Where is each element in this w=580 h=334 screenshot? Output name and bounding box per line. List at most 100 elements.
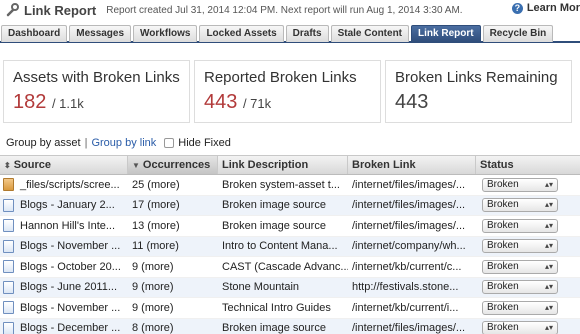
page-icon	[3, 321, 14, 334]
stat-value: 182	[13, 91, 47, 113]
occurrences-cell[interactable]: 25 (more)	[128, 179, 218, 191]
broken-link-cell: /internet/company/wh...	[352, 240, 466, 253]
occurrences-cell[interactable]: 9 (more)	[128, 281, 218, 293]
select-arrows-icon: ▴▾	[544, 282, 553, 292]
select-arrows-icon: ▴▾	[544, 179, 553, 189]
stat-value: 443	[204, 91, 238, 113]
select-arrows-icon: ▴▾	[544, 323, 553, 333]
broken-link-cell: /internet/kb/current/c...	[352, 260, 462, 273]
status-value: Broken	[487, 260, 519, 272]
stat-total: / 71k	[242, 96, 272, 111]
stat-assets-broken: Assets with Broken Links 182 / 1.1k	[3, 60, 190, 123]
group-by-controls: Group by asset | Group by link Hide Fixe…	[6, 137, 231, 149]
source-name[interactable]: Blogs - June 2011...	[20, 281, 117, 293]
status-value: Broken	[487, 301, 519, 313]
group-by-link-link[interactable]: Group by link	[91, 137, 156, 149]
tab-drafts[interactable]: Drafts	[285, 25, 329, 42]
source-cell[interactable]: Blogs - November ...	[0, 301, 128, 315]
hide-fixed-label[interactable]: Hide Fixed	[178, 137, 231, 149]
occurrences-cell[interactable]: 9 (more)	[128, 302, 218, 314]
status-value: Broken	[487, 322, 519, 334]
broken-link-cell: /internet/files/images/...	[352, 199, 466, 212]
help-icon: ?	[511, 2, 523, 14]
broken-link-cell: /internet/files/images/...	[352, 178, 466, 191]
status-value: Broken	[487, 281, 519, 293]
tab-workflows[interactable]: Workflows	[133, 25, 198, 42]
status-value: Broken	[487, 240, 519, 252]
table-row[interactable]: Blogs - November ... 11 (more) Intro to Co…	[0, 236, 580, 257]
broken-link-cell: /internet/files/images/...	[352, 219, 466, 232]
source-name[interactable]: _files/scripts/scree...	[20, 179, 120, 191]
source-name[interactable]: Blogs - November ...	[20, 240, 120, 252]
hide-fixed-checkbox[interactable]	[164, 138, 175, 148]
select-arrows-icon: ▴▾	[544, 220, 553, 230]
page-icon	[3, 219, 14, 233]
source-name[interactable]: Blogs - November ...	[20, 302, 120, 314]
occurrences-cell[interactable]: 17 (more)	[128, 199, 218, 211]
page-icon	[3, 239, 14, 253]
stat-remaining: Broken Links Remaining 443	[385, 60, 572, 123]
table-row[interactable]: Blogs - October 20... 9 (more) CAST (Casca…	[0, 257, 580, 278]
source-cell[interactable]: Blogs - June 2011...	[0, 280, 128, 294]
select-arrows-icon: ▴▾	[544, 241, 553, 251]
report-timestamp: Report created Jul 31, 2014 12:04 PM. Ne…	[106, 4, 463, 16]
column-header-link-description[interactable]: Link Description	[218, 156, 348, 174]
table-row[interactable]: Blogs - December ... 8 (more) Broken image…	[0, 318, 580, 334]
link-description-cell: CAST (Cascade Advanc...	[222, 260, 348, 273]
source-cell[interactable]: _files/scripts/scree...	[0, 178, 128, 192]
title-bar: Link Report Report created Jul 31, 2014 …	[0, 0, 580, 20]
column-header-source[interactable]: ⬍ Source	[0, 156, 128, 174]
source-name[interactable]: Blogs - October 20...	[20, 261, 121, 273]
status-value: Broken	[487, 199, 519, 211]
stat-label: Reported Broken Links	[204, 69, 357, 86]
tab-recycle-bin[interactable]: Recycle Bin	[482, 25, 554, 42]
status-select[interactable]: Broken ▴▾	[482, 321, 558, 334]
tab-locked-assets[interactable]: Locked Assets	[199, 25, 284, 42]
source-cell[interactable]: Blogs - November ...	[0, 239, 128, 253]
source-cell[interactable]: Hannon Hill's Inte...	[0, 219, 128, 233]
status-select[interactable]: Broken ▴▾	[482, 198, 558, 213]
status-select[interactable]: Broken ▴▾	[482, 218, 558, 233]
source-name[interactable]: Hannon Hill's Inte...	[20, 220, 115, 232]
status-value: Broken	[487, 178, 519, 190]
table-row[interactable]: Blogs - June 2011... 9 (more) Stone Mounta…	[0, 277, 580, 298]
sort-icon: ⬍	[4, 161, 11, 170]
table-row[interactable]: Blogs - November ... 9 (more) Technical In…	[0, 298, 580, 319]
column-header-status[interactable]: Status	[476, 156, 580, 174]
status-select[interactable]: Broken ▴▾	[482, 239, 558, 254]
learn-more-link[interactable]: ? Learn Mor	[511, 2, 580, 14]
separator: |	[84, 137, 88, 149]
source-cell[interactable]: Blogs - October 20...	[0, 260, 128, 274]
stats-summary: Assets with Broken Links 182 / 1.1k Repo…	[3, 60, 580, 123]
source-name[interactable]: Blogs - December ...	[20, 322, 120, 334]
status-select[interactable]: Broken ▴▾	[482, 280, 558, 295]
status-cell: Broken ▴▾	[476, 218, 580, 233]
tab-stale-content[interactable]: Stale Content	[330, 25, 410, 42]
source-cell[interactable]: Blogs - January 2...	[0, 198, 128, 212]
table-row[interactable]: _files/scripts/scree... 25 (more) Broken s…	[0, 175, 580, 196]
column-header-occurrences[interactable]: ▼ Occurrences	[128, 156, 218, 174]
tab-link-report[interactable]: Link Report	[411, 25, 481, 42]
stat-label: Assets with Broken Links	[13, 69, 180, 86]
table-row[interactable]: Hannon Hill's Inte... 13 (more) Broken ima…	[0, 216, 580, 237]
group-by-asset-link[interactable]: Group by asset	[6, 137, 81, 149]
tab-messages[interactable]: Messages	[69, 25, 132, 42]
tab-dashboard[interactable]: Dashboard	[1, 25, 68, 42]
status-select[interactable]: Broken ▴▾	[482, 300, 558, 315]
table-row[interactable]: Blogs - January 2... 17 (more) Broken imag…	[0, 195, 580, 216]
broken-link-cell: /internet/kb/current/i...	[352, 301, 459, 314]
occurrences-cell[interactable]: 11 (more)	[128, 240, 218, 252]
occurrences-cell[interactable]: 13 (more)	[128, 220, 218, 232]
table-header: ⬍ Source ▼ Occurrences Link Description Br…	[0, 155, 580, 175]
status-cell: Broken ▴▾	[476, 259, 580, 274]
occurrences-cell[interactable]: 9 (more)	[128, 261, 218, 273]
source-cell[interactable]: Blogs - December ...	[0, 321, 128, 334]
source-name[interactable]: Blogs - January 2...	[20, 199, 115, 211]
sort-desc-icon: ▼	[132, 161, 140, 170]
column-header-broken-link[interactable]: Broken Link	[348, 156, 476, 174]
status-select[interactable]: Broken ▴▾	[482, 259, 558, 274]
occurrences-cell[interactable]: 8 (more)	[128, 322, 218, 334]
select-arrows-icon: ▴▾	[544, 302, 553, 312]
learn-more-label: Learn Mor	[526, 2, 580, 14]
status-select[interactable]: Broken ▴▾	[482, 177, 558, 192]
